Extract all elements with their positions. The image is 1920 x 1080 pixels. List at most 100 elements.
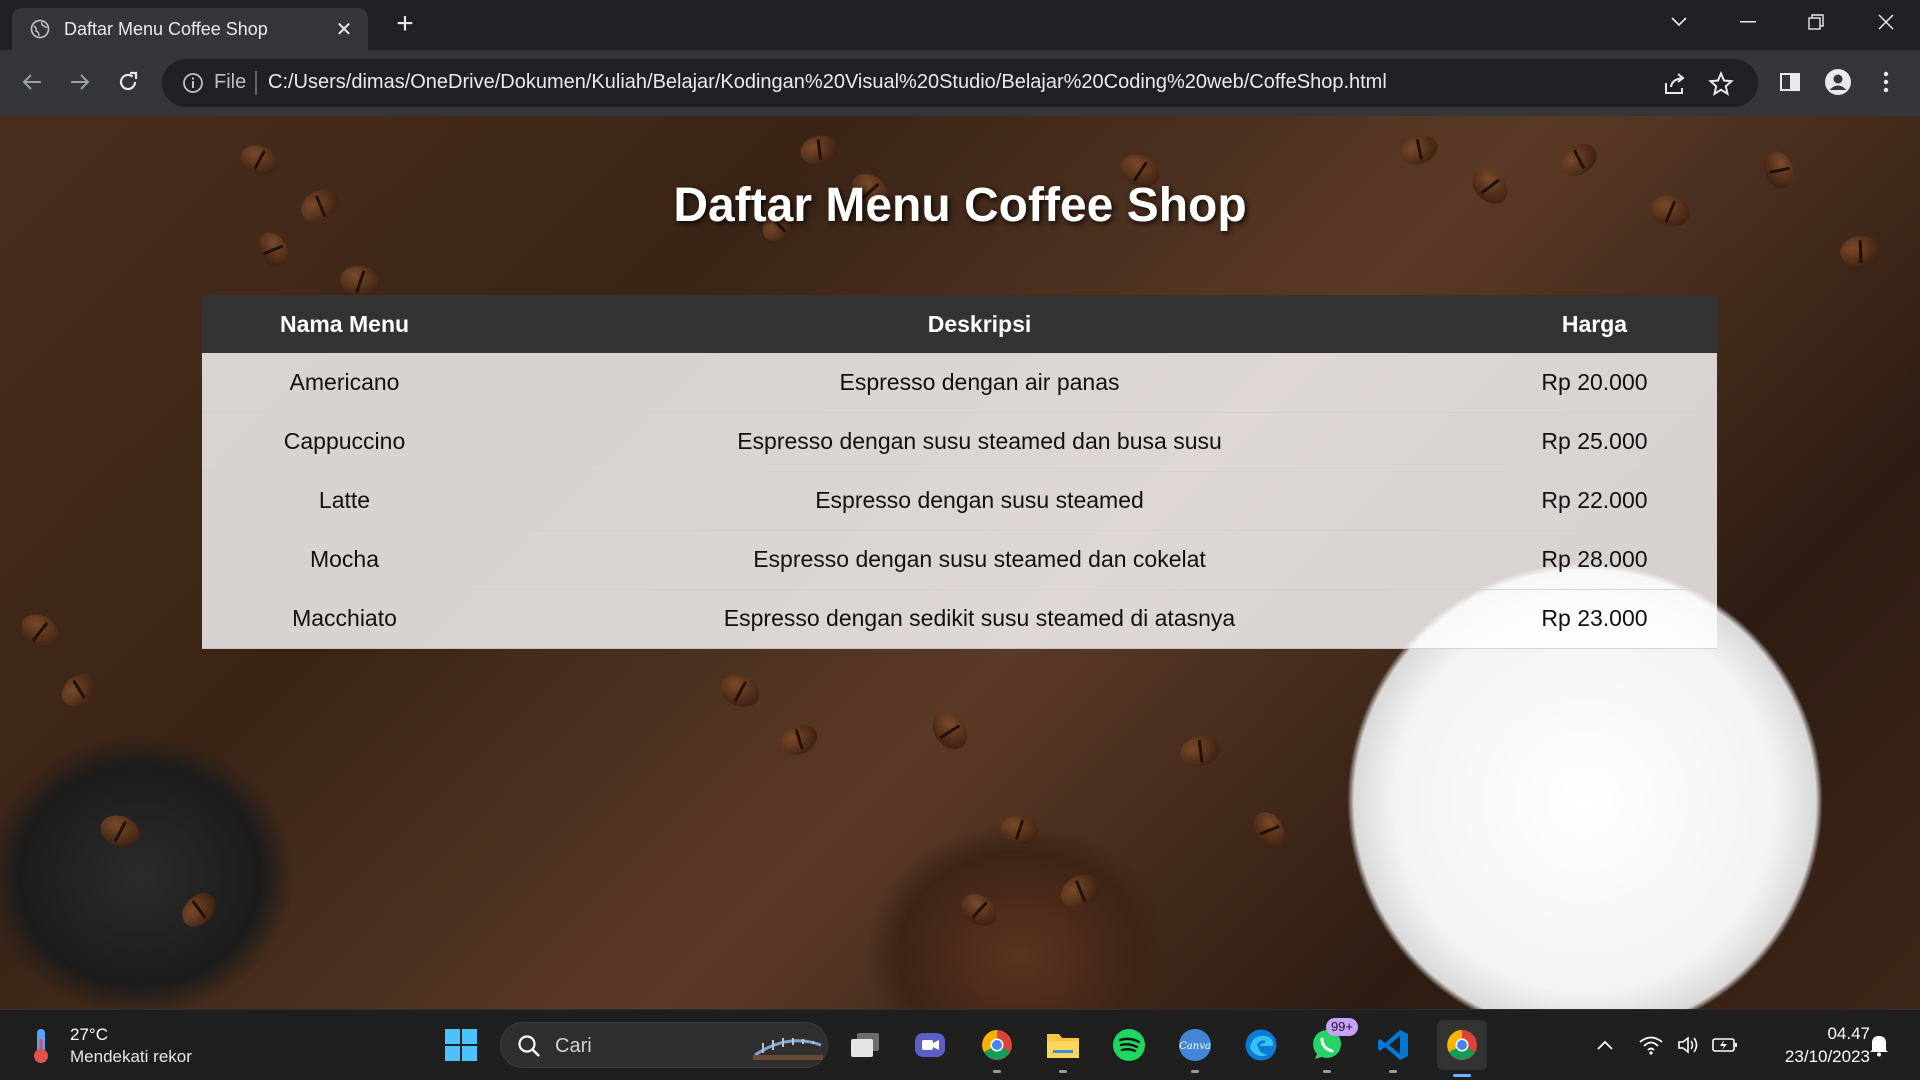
canva-icon: Canva (1179, 1029, 1211, 1061)
search-icon (518, 1035, 540, 1057)
menu-name-cell: Mocha (202, 530, 487, 590)
bookmark-star-icon[interactable] (1708, 71, 1734, 97)
menu-name-cell: Cappuccino (202, 412, 487, 472)
notification-bell-icon[interactable] (1866, 1032, 1892, 1058)
running-indicator (1191, 1070, 1199, 1073)
svg-text:Canva: Canva (1179, 1041, 1211, 1052)
info-icon[interactable] (182, 72, 204, 94)
edge-icon (1245, 1029, 1277, 1061)
thermometer-icon (34, 1029, 48, 1063)
table-row: Latte Espresso dengan susu steamed Rp 22… (202, 471, 1717, 531)
menu-price-cell: Rp 25.000 (1472, 412, 1717, 472)
table-row: Cappuccino Espresso dengan susu steamed … (202, 412, 1717, 472)
running-indicator (993, 1070, 1001, 1073)
vscode-icon (1378, 1030, 1408, 1060)
column-header-name: Nama Menu (202, 295, 487, 353)
start-button[interactable] (440, 1024, 482, 1066)
table-header-row: Nama Menu Deskripsi Harga (202, 295, 1717, 353)
menu-price-cell: Rp 20.000 (1472, 353, 1717, 413)
menu-description-cell: Espresso dengan sedikit susu steamed di … (487, 589, 1472, 649)
notification-badge: 99+ (1325, 1018, 1358, 1036)
volume-icon[interactable] (1676, 1032, 1702, 1058)
taskbar-spotify[interactable] (1108, 1024, 1150, 1066)
menu-price-cell: Rp 23.000 (1472, 589, 1717, 649)
menu-description-cell: Espresso dengan susu steamed dan cokelat (487, 530, 1472, 590)
table-row: Mocha Espresso dengan susu steamed dan c… (202, 530, 1717, 590)
menu-name-cell: Americano (202, 353, 487, 413)
chevron-up-icon (1597, 1040, 1613, 1050)
browser-toolbar: File C:/Users/dimas/OneDrive/Dokumen/Kul… (0, 50, 1920, 116)
menu-name-cell: Macchiato (202, 589, 487, 649)
taskbar-search[interactable]: Cari (500, 1022, 828, 1068)
page-viewport: Daftar Menu Coffee Shop Nama Menu Deskri… (0, 116, 1920, 1009)
tab-title: Daftar Menu Coffee Shop (64, 18, 268, 39)
running-indicator (1323, 1070, 1331, 1073)
bridge-illustration-icon (753, 1038, 823, 1060)
tab-close-icon[interactable]: ✕ (332, 17, 356, 41)
meet-camera-icon (915, 1033, 945, 1057)
minimize-button[interactable] (1720, 0, 1776, 44)
table-row: Macchiato Espresso dengan sedikit susu s… (202, 589, 1717, 649)
address-bar[interactable]: File C:/Users/dimas/OneDrive/Dokumen/Kul… (162, 59, 1758, 107)
profile-avatar-icon[interactable] (1821, 65, 1855, 99)
address-url[interactable]: C:/Users/dimas/OneDrive/Dokumen/Kuliah/B… (268, 71, 1387, 94)
chrome-icon (982, 1030, 1012, 1060)
column-header-description: Deskripsi (487, 295, 1472, 353)
weather-condition: Mendekati rekor (70, 1047, 192, 1066)
forward-button[interactable] (62, 64, 98, 100)
taskbar-vscode[interactable] (1372, 1024, 1414, 1073)
column-header-price: Harga (1472, 295, 1717, 353)
clock-date: 23/10/2023 (1784, 1047, 1870, 1066)
task-view-icon (851, 1033, 879, 1057)
weather-widget[interactable]: 27°C Mendekati rekor (26, 1024, 192, 1068)
windows-logo-icon (445, 1029, 477, 1061)
menu-price-cell: Rp 28.000 (1472, 530, 1717, 590)
arrow-left-icon (22, 74, 41, 90)
taskbar-file-explorer[interactable] (1042, 1024, 1084, 1073)
new-tab-button[interactable]: + (390, 9, 420, 40)
menu-description-cell: Espresso dengan susu steamed (487, 471, 1472, 531)
browser-tab[interactable]: Daftar Menu Coffee Shop ✕ (12, 8, 368, 50)
tab-strip: Daftar Menu Coffee Shop ✕ + (0, 0, 1920, 50)
restore-button[interactable] (1788, 0, 1844, 44)
folder-icon (1047, 1034, 1079, 1058)
menu-table: Nama Menu Deskripsi Harga Americano Espr… (202, 295, 1717, 649)
taskbar-teams[interactable] (909, 1024, 951, 1066)
address-separator (255, 71, 257, 95)
page-title: Daftar Menu Coffee Shop (673, 179, 1247, 232)
more-menu-icon[interactable] (1869, 65, 1903, 99)
share-icon[interactable] (1662, 71, 1688, 97)
clock-time: 04.47 (1827, 1024, 1870, 1043)
search-placeholder: Cari (555, 1035, 592, 1057)
back-button[interactable] (14, 64, 50, 100)
running-indicator (1059, 1070, 1067, 1073)
table-row: Americano Espresso dengan air panas Rp 2… (202, 353, 1717, 413)
running-indicator (1389, 1070, 1397, 1073)
menu-price-cell: Rp 22.000 (1472, 471, 1717, 531)
active-indicator (1453, 1074, 1471, 1077)
taskbar-whatsapp[interactable]: 99+ (1306, 1018, 1358, 1073)
reload-button[interactable] (110, 64, 146, 100)
show-hidden-icons-button[interactable] (1592, 1032, 1618, 1058)
chrome-icon (1447, 1030, 1477, 1060)
menu-description-cell: Espresso dengan air panas (487, 353, 1472, 413)
globe-icon (30, 19, 50, 39)
taskbar-chrome-profile[interactable] (976, 1024, 1018, 1073)
taskbar-canva[interactable]: Canva (1174, 1024, 1216, 1073)
side-panel-icon[interactable] (1773, 65, 1807, 99)
wifi-icon[interactable] (1638, 1032, 1664, 1058)
menu-name-cell: Latte (202, 471, 487, 531)
taskbar: 27°C Mendekati rekor Cari Canva 99+ 04.4… (0, 1009, 1920, 1080)
taskbar-chrome-active[interactable] (1437, 1020, 1487, 1077)
taskbar-task-view[interactable] (844, 1024, 886, 1066)
spotify-icon (1113, 1029, 1145, 1061)
tab-search-icon[interactable] (1651, 0, 1707, 44)
reload-icon (119, 71, 138, 91)
address-scheme-label: File (214, 71, 247, 93)
arrow-right-icon (71, 74, 90, 90)
system-clock[interactable]: 04.47 23/10/2023 (1760, 1022, 1870, 1068)
window-close-button[interactable] (1858, 0, 1914, 44)
battery-charging-icon[interactable] (1712, 1032, 1738, 1058)
taskbar-edge[interactable] (1240, 1024, 1282, 1066)
menu-description-cell: Espresso dengan susu steamed dan busa su… (487, 412, 1472, 472)
